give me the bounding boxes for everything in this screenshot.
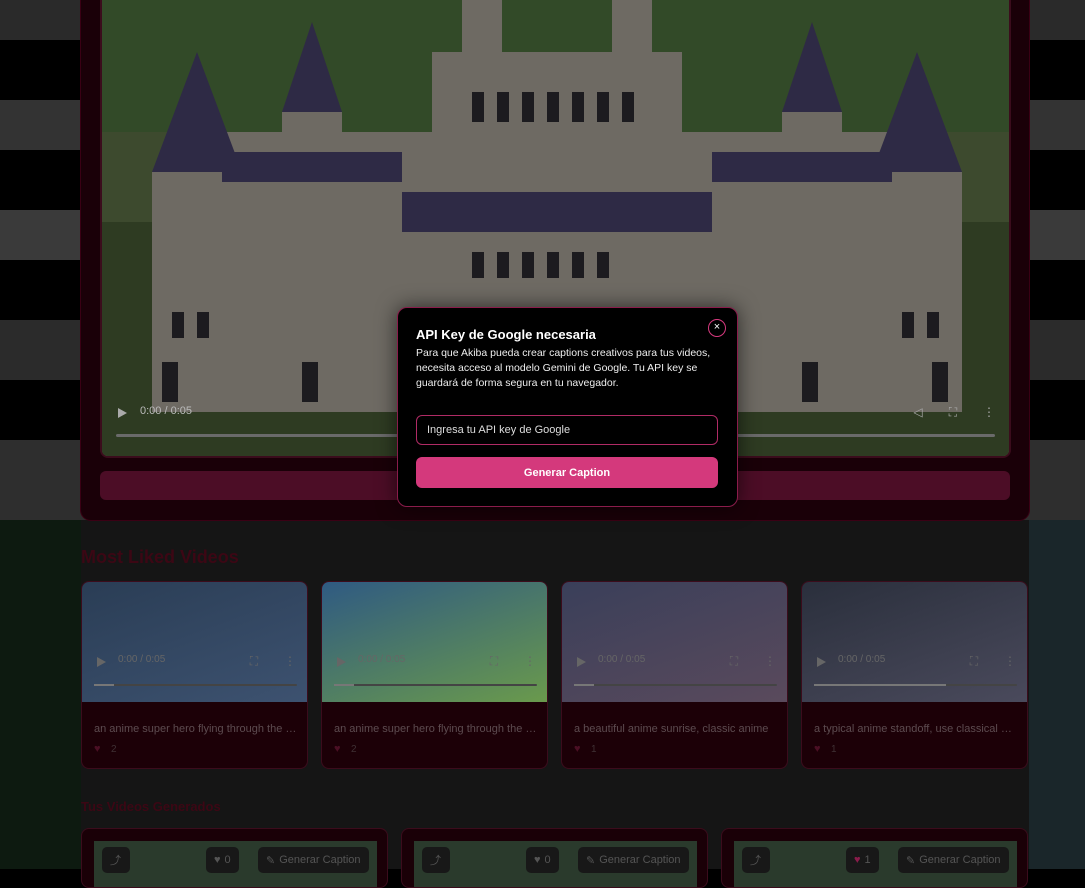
api-key-modal: API Key de Google necesaria Para que Aki…	[397, 307, 738, 507]
close-icon[interactable]: ×	[708, 319, 726, 337]
modal-description: Para que Akiba pueda crear captions crea…	[416, 346, 721, 391]
modal-title: API Key de Google necesaria	[416, 327, 596, 342]
api-key-input[interactable]	[416, 415, 718, 445]
generate-caption-button[interactable]: Generar Caption	[416, 457, 718, 488]
